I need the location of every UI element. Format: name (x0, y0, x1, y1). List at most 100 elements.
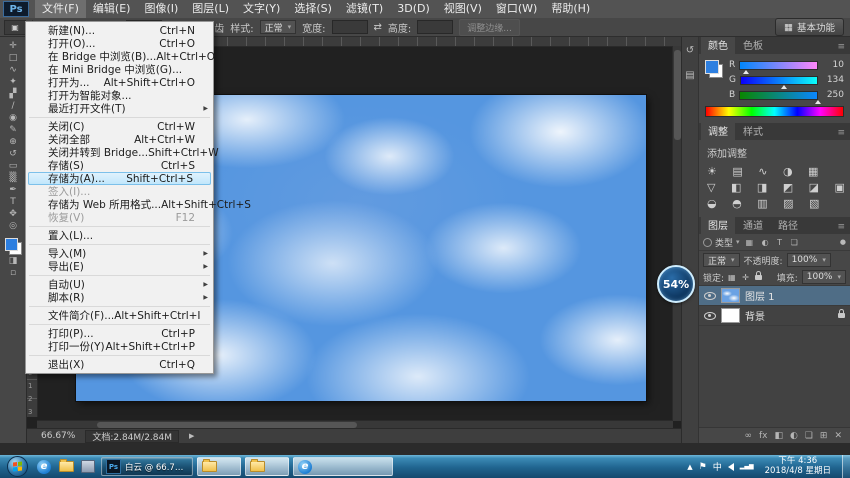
menu-image[interactable]: 图像(I) (137, 0, 185, 18)
progress-badge[interactable]: 54% (657, 265, 695, 303)
history-brush-tool[interactable]: ↺ (2, 148, 24, 160)
foreground-color-swatch[interactable] (705, 60, 719, 74)
height-input[interactable] (417, 20, 453, 34)
menu-item-export[interactable]: 导出(E)▶ (26, 260, 213, 273)
ime-language-indicator[interactable]: 中 (713, 460, 722, 473)
volume-icon[interactable] (728, 463, 734, 471)
menu-item-scripts[interactable]: 脚本(R)▶ (26, 291, 213, 304)
swap-dimensions-icon[interactable]: ⇄ (374, 22, 382, 33)
new-layer-icon[interactable]: ⊞ (820, 431, 828, 441)
menu-select[interactable]: 选择(S) (287, 0, 339, 18)
taskbar-button-ie[interactable]: e (293, 457, 393, 476)
taskbar-clock[interactable]: 下午 4:36 2018/4/8 星期日 (760, 457, 836, 476)
taskbar-button-window-1[interactable] (197, 457, 241, 476)
adjustment-icon-row[interactable]: ◒ ◓ ▥ ▨ ▧ (707, 196, 842, 212)
tab-color[interactable]: 颜色 (701, 35, 735, 54)
spot-healing-tool[interactable]: ◉ (2, 112, 24, 124)
green-value[interactable]: 134 (822, 75, 844, 85)
explorer-quicklaunch-icon[interactable] (57, 458, 75, 476)
taskbar-button-window-2[interactable] (245, 457, 289, 476)
menu-layer[interactable]: 图层(L) (185, 0, 236, 18)
network-icon[interactable]: ▂▄▆ (740, 463, 754, 470)
blue-value[interactable]: 250 (822, 90, 844, 100)
new-group-icon[interactable]: ❏ (805, 431, 813, 441)
slider-handle[interactable] (743, 70, 749, 74)
zoom-level[interactable]: 66.67% (41, 431, 75, 441)
green-slider[interactable] (740, 76, 818, 85)
tab-channels[interactable]: 通道 (736, 215, 770, 234)
new-adjustment-layer-icon[interactable]: ◐ (790, 431, 798, 441)
browser-quicklaunch-icon[interactable]: e (35, 458, 53, 476)
layer-style-fx-icon[interactable]: fx (759, 431, 768, 441)
properties-panel-icon[interactable]: ▤ (685, 70, 694, 81)
show-hidden-icons-chevron[interactable]: ▲ (687, 463, 692, 471)
menu-3d[interactable]: 3D(D) (390, 0, 437, 18)
show-desktop-button[interactable] (842, 455, 850, 478)
gradient-tool[interactable]: ▒ (2, 172, 24, 184)
red-slider[interactable] (739, 61, 818, 70)
layer-name[interactable]: 图层 1 (745, 288, 845, 303)
tool-preset-picker[interactable]: ▣ (4, 20, 26, 35)
blend-mode-select[interactable]: 正常 ▾ (703, 253, 740, 267)
menu-item-exit[interactable]: 退出(X)Ctrl+Q (26, 358, 213, 371)
app-quicklaunch-icon[interactable] (79, 458, 97, 476)
quick-mask-button[interactable]: ◨ (2, 255, 24, 267)
slider-handle[interactable] (781, 85, 787, 89)
menu-view[interactable]: 视图(V) (437, 0, 489, 18)
quick-selection-tool[interactable]: ✦ (2, 76, 24, 88)
layer-filter-icons[interactable]: ▦ ◐ T ❏ (746, 238, 801, 247)
panel-menu-icon[interactable]: ≡ (837, 42, 850, 54)
move-tool[interactable]: ✛ (2, 40, 24, 52)
visibility-eye-icon[interactable] (704, 292, 716, 300)
delete-layer-icon[interactable]: ✕ (834, 431, 842, 441)
layer-row-layer1[interactable]: 图层 1 (699, 286, 850, 306)
fill-select[interactable]: 100% ▾ (802, 270, 846, 284)
lasso-tool[interactable]: ∿ (2, 64, 24, 76)
history-panel-icon[interactable]: ↺ (686, 45, 694, 56)
tab-swatches[interactable]: 色板 (736, 35, 770, 54)
tab-adjustments[interactable]: 调整 (701, 121, 735, 140)
filter-toggle-icon[interactable]: ● (840, 238, 846, 246)
style-select[interactable]: 正常 ▾ (260, 20, 297, 34)
link-layers-icon[interactable]: ∞ (744, 431, 752, 441)
color-spectrum-ramp[interactable] (705, 106, 844, 117)
scrollbar-thumb[interactable] (674, 50, 681, 140)
menu-item-open-recent[interactable]: 最近打开文件(T)▶ (26, 102, 213, 115)
crop-tool[interactable]: ▞ (2, 88, 24, 100)
layer-name[interactable]: 背景 (745, 308, 833, 323)
add-mask-icon[interactable]: ◧ (774, 431, 783, 441)
foreground-color-swatch[interactable] (5, 238, 18, 251)
blue-slider[interactable] (739, 91, 818, 100)
start-button[interactable] (7, 456, 28, 477)
status-popup-arrow-icon[interactable]: ▶ (189, 432, 194, 440)
menu-item-place[interactable]: 置入(L)... (26, 229, 213, 242)
menu-item-print-one-copy[interactable]: 打印一份(Y)Alt+Shift+Ctrl+P (26, 340, 213, 353)
screen-mode-button[interactable]: ▫ (2, 267, 24, 279)
menu-file[interactable]: 文件(F) (35, 0, 86, 18)
tab-layers[interactable]: 图层 (701, 215, 735, 234)
brush-tool[interactable]: ✎ (2, 124, 24, 136)
zoom-tool[interactable]: ◎ (2, 220, 24, 232)
menu-item-file-info[interactable]: 文件简介(F)...Alt+Shift+Ctrl+I (26, 309, 213, 322)
red-value[interactable]: 10 (822, 60, 844, 70)
visibility-eye-icon[interactable] (704, 312, 716, 320)
slider-handle[interactable] (815, 100, 821, 104)
menu-edit[interactable]: 编辑(E) (86, 0, 138, 18)
eraser-tool[interactable]: ▭ (2, 160, 24, 172)
type-tool[interactable]: T (2, 196, 24, 208)
tab-styles[interactable]: 样式 (736, 121, 770, 140)
menu-filter[interactable]: 滤镜(T) (339, 0, 390, 18)
lock-option-icons[interactable]: ▦ ✛ (728, 273, 751, 282)
menu-help[interactable]: 帮助(H) (544, 0, 597, 18)
width-input[interactable] (332, 20, 368, 34)
panel-menu-icon[interactable]: ≡ (837, 128, 850, 140)
lock-all-icon[interactable] (755, 275, 762, 280)
layer-thumbnail[interactable] (721, 308, 740, 323)
rectangular-marquee-tool[interactable]: □ (2, 52, 24, 64)
eyedropper-tool[interactable]: / (2, 100, 24, 112)
clone-stamp-tool[interactable]: ⊕ (2, 136, 24, 148)
panel-menu-icon[interactable]: ≡ (837, 222, 850, 234)
layer-thumbnail[interactable] (721, 288, 740, 303)
action-center-flag-icon[interactable]: ⚑ (699, 462, 707, 472)
menu-type[interactable]: 文字(Y) (236, 0, 287, 18)
